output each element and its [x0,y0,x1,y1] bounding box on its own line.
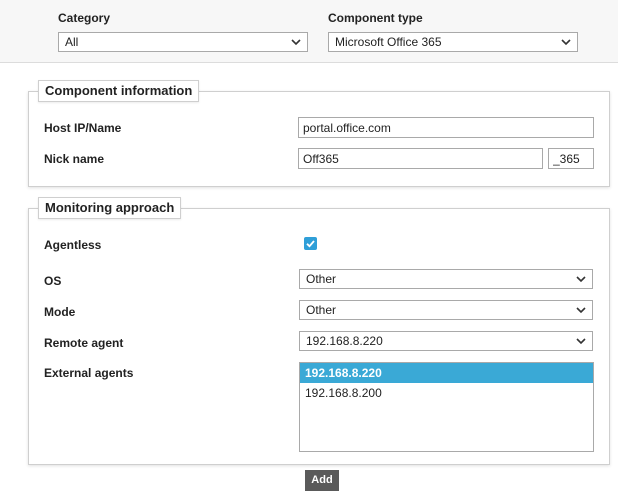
chevron-down-icon [561,39,571,46]
remote-agent-label: Remote agent [44,336,124,350]
os-select-value: Other [306,272,337,286]
external-agents-label: External agents [44,366,134,380]
checkmark-icon [306,240,315,248]
host-input[interactable] [298,117,594,138]
mode-select[interactable]: Other [299,300,593,320]
chevron-down-icon [576,338,586,345]
chevron-down-icon [291,39,301,46]
agentless-checkbox[interactable] [304,237,317,250]
mode-select-value: Other [306,303,337,317]
list-item[interactable]: 192.168.8.220 [300,363,593,383]
category-label: Category [58,11,111,25]
list-item[interactable]: 192.168.8.200 [300,383,593,403]
chevron-down-icon [576,276,586,283]
os-label: OS [44,274,62,288]
component-type-label: Component type [328,11,423,25]
category-select[interactable]: All [58,32,308,52]
top-filter-bar: Category All Component type Microsoft Of… [0,0,618,63]
category-select-value: All [65,35,79,49]
component-type-select[interactable]: Microsoft Office 365 [328,32,578,52]
monitoring-approach-legend: Monitoring approach [38,197,182,219]
nick-name-suffix-input[interactable] [548,148,594,169]
os-select[interactable]: Other [299,269,593,289]
mode-label: Mode [44,305,76,319]
nick-name-input[interactable] [298,148,543,169]
add-button[interactable]: Add [305,470,339,491]
remote-agent-select-value: 192.168.8.220 [306,334,383,348]
component-information-legend: Component information [38,80,200,102]
remote-agent-select[interactable]: 192.168.8.220 [299,331,593,351]
nick-name-label: Nick name [44,152,105,166]
agentless-label: Agentless [44,238,102,252]
component-information-panel [28,91,610,187]
component-type-select-value: Microsoft Office 365 [335,35,442,49]
chevron-down-icon [576,307,586,314]
external-agents-listbox[interactable]: 192.168.8.220 192.168.8.200 [299,362,594,452]
host-label: Host IP/Name [44,121,122,135]
